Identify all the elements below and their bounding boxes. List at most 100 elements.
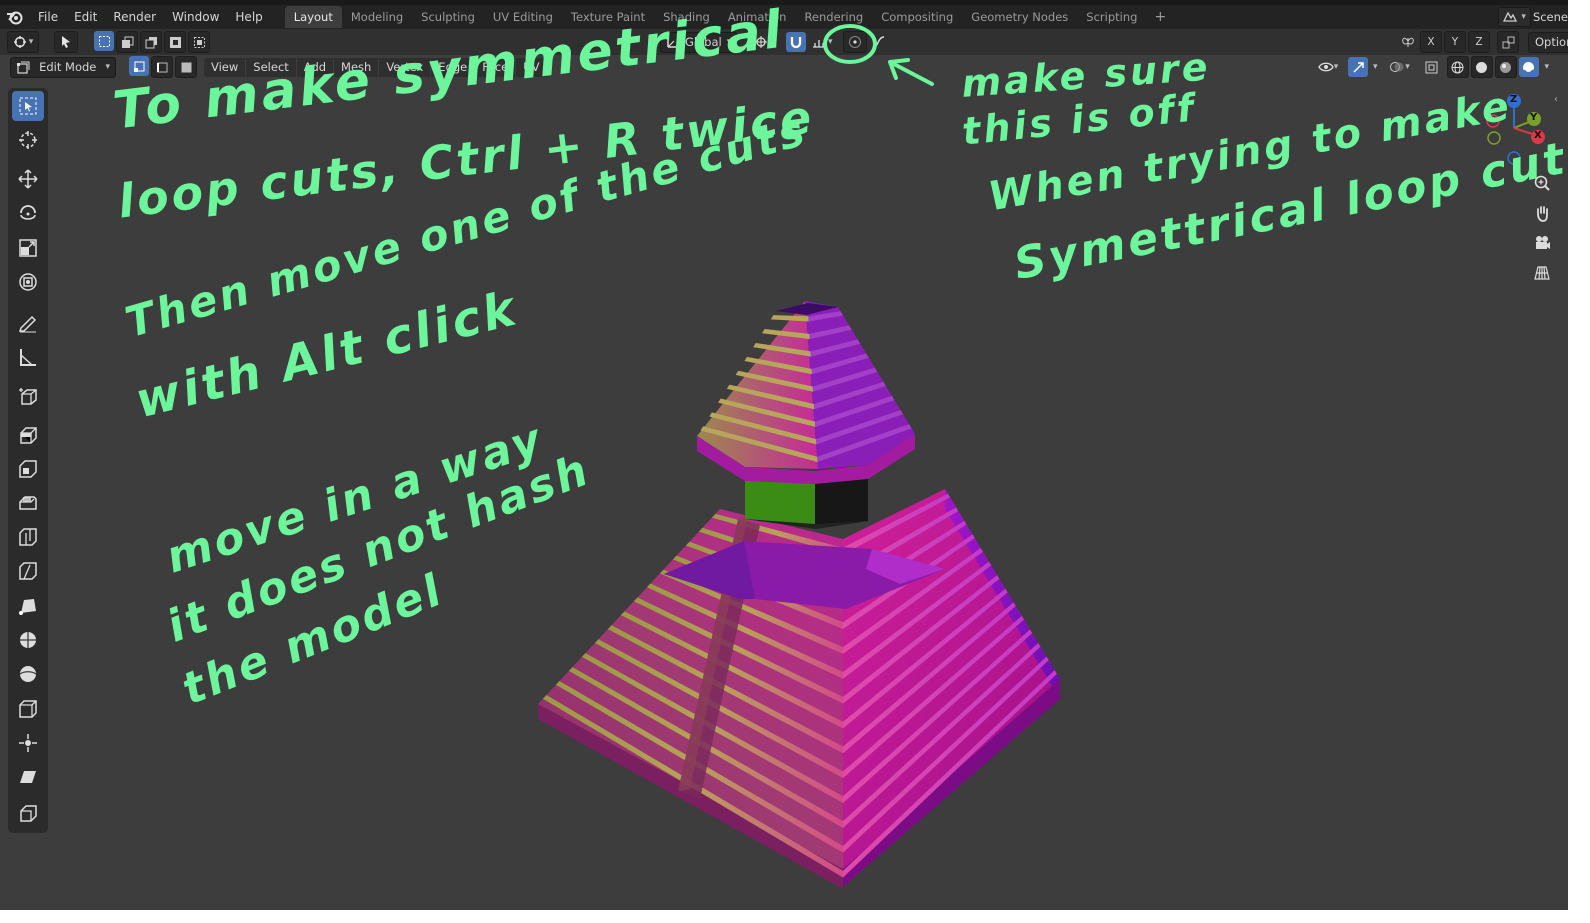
rip-region-icon xyxy=(20,805,37,822)
tool-bevel[interactable] xyxy=(12,488,44,518)
material-sphere-icon xyxy=(1500,61,1512,73)
mirror-options-button[interactable] xyxy=(1398,32,1418,52)
show-gizmo-button[interactable] xyxy=(1348,57,1368,77)
tool-knife[interactable] xyxy=(12,556,44,586)
tool-add-cube[interactable] xyxy=(12,382,44,412)
select-subtract-button[interactable] xyxy=(140,31,162,53)
annotation-circle-arrow xyxy=(823,24,934,86)
hand-icon xyxy=(1537,206,1548,222)
tool-select-box[interactable] xyxy=(12,91,44,121)
menu-help[interactable]: Help xyxy=(227,5,270,29)
tab-sculpting[interactable]: Sculpting xyxy=(412,6,484,28)
interaction-mode-dropdown[interactable]: Edit Mode ▾ xyxy=(10,56,116,78)
xray-toggle[interactable] xyxy=(1422,57,1442,77)
tool-poly-build[interactable] xyxy=(12,591,44,621)
wireframe-shading-button[interactable] xyxy=(1446,56,1469,78)
poly-build-icon xyxy=(19,599,36,615)
menu-edit[interactable]: Edit xyxy=(66,5,105,29)
add-workspace-button[interactable]: + xyxy=(1146,9,1174,25)
auto-merge-button[interactable] xyxy=(1497,31,1519,53)
editor-type-button[interactable]: ▾ xyxy=(7,31,39,53)
xray-icon xyxy=(1425,61,1438,73)
mirror-x-toggle[interactable]: X xyxy=(1420,31,1442,53)
tool-smooth[interactable] xyxy=(12,659,44,689)
tab-modeling[interactable]: Modeling xyxy=(342,6,412,28)
tool-annotate[interactable] xyxy=(12,308,44,338)
blender-window: File Edit Render Window Help Layout Mode… xyxy=(0,0,1568,910)
selection-mode-group xyxy=(93,31,211,53)
tab-uv-editing[interactable]: UV Editing xyxy=(484,6,562,28)
tool-measure[interactable] xyxy=(12,342,44,372)
gizmo-y-label: Y xyxy=(1530,112,1538,123)
tool-scale[interactable] xyxy=(12,233,44,263)
viewport-shading-group: ▾ ▾ ▾ ▾ xyxy=(1312,56,1549,78)
select-box-icon xyxy=(19,97,37,115)
scale-icon xyxy=(19,239,37,257)
overlays-button[interactable]: ▾ xyxy=(1385,57,1415,77)
menu-file[interactable]: File xyxy=(30,5,66,29)
scene-selector[interactable]: ▾ xyxy=(1498,7,1531,27)
vertex-select-button[interactable] xyxy=(129,56,149,76)
mirror-y-toggle[interactable]: Y xyxy=(1444,31,1466,53)
tab-scripting[interactable]: Scripting xyxy=(1077,6,1146,28)
cursor-arrow-icon xyxy=(62,36,70,48)
editor-type-icon xyxy=(13,36,26,48)
select-intersect-button[interactable] xyxy=(188,31,210,53)
tool-cursor[interactable] xyxy=(12,125,44,155)
loop-cut-icon xyxy=(19,528,37,546)
tool-inset-faces[interactable] xyxy=(12,454,44,484)
tool-rotate[interactable] xyxy=(12,198,44,228)
knife-icon xyxy=(19,562,37,580)
select-tool-button[interactable] xyxy=(54,31,78,53)
tab-layout[interactable]: Layout xyxy=(284,6,342,28)
select-invert-button[interactable] xyxy=(164,31,186,53)
transform-icon xyxy=(19,273,37,291)
blender-logo-icon[interactable] xyxy=(0,9,30,25)
pan-button[interactable] xyxy=(1530,201,1554,225)
chevron-down-icon: ▾ xyxy=(105,62,110,72)
menu-render[interactable]: Render xyxy=(105,5,164,29)
left-toolbar xyxy=(8,88,48,833)
select-extend-button[interactable] xyxy=(116,31,138,53)
tool-spin[interactable] xyxy=(12,625,44,655)
tool-move[interactable] xyxy=(12,164,44,194)
inset-faces-icon xyxy=(19,460,37,478)
tool-edge-slide[interactable] xyxy=(12,694,44,724)
sidebar-collapse-arrow[interactable]: ‹ xyxy=(1554,94,1558,105)
shear-icon xyxy=(20,771,36,783)
options-dropdown[interactable]: Options ▾ xyxy=(1528,31,1568,53)
perspective-toggle-button[interactable] xyxy=(1530,261,1554,285)
shrink-fatten-icon xyxy=(19,734,37,752)
lower-pyramid xyxy=(538,489,1060,889)
snap-toggle-button[interactable] xyxy=(786,32,807,52)
tool-rip-region[interactable] xyxy=(12,798,44,828)
top-menu-bar: File Edit Render Window Help Layout Mode… xyxy=(0,5,1568,29)
smooth-sphere-icon xyxy=(19,666,37,682)
tool-shrink-fatten[interactable] xyxy=(12,728,44,758)
extrude-region-icon xyxy=(20,427,37,444)
magnet-icon xyxy=(791,37,802,49)
select-new-button[interactable] xyxy=(94,31,114,51)
edge-slide-icon xyxy=(19,700,37,718)
tool-shear[interactable] xyxy=(12,762,44,792)
mirror-z-toggle[interactable]: Z xyxy=(1468,31,1490,53)
upper-pyramid xyxy=(697,301,915,484)
menu-window[interactable]: Window xyxy=(164,5,227,29)
move-arrows-icon xyxy=(18,169,38,189)
rendered-shading-button[interactable] xyxy=(1518,57,1539,77)
chevron-down-icon[interactable]: ▾ xyxy=(1545,62,1550,72)
right-tool-group: X Y Z Options ▾ xyxy=(1397,31,1568,53)
solid-shading-button[interactable] xyxy=(1470,56,1493,78)
tool-extrude[interactable] xyxy=(12,420,44,450)
spin-icon xyxy=(20,632,36,648)
tool-loop-cut[interactable] xyxy=(12,522,44,552)
visibility-button[interactable]: ▾ xyxy=(1313,57,1343,77)
chevron-down-icon[interactable]: ▾ xyxy=(1373,62,1378,72)
tab-geometry-nodes[interactable]: Geometry Nodes xyxy=(962,6,1077,28)
material-shading-button[interactable] xyxy=(1494,56,1517,78)
camera-view-button[interactable] xyxy=(1530,231,1554,255)
scene-label: Scene xyxy=(1532,10,1568,24)
tool-transform[interactable] xyxy=(12,267,44,297)
chevron-down-icon: ▾ xyxy=(1521,12,1526,22)
gizmo-z-label: Z xyxy=(1510,94,1518,105)
